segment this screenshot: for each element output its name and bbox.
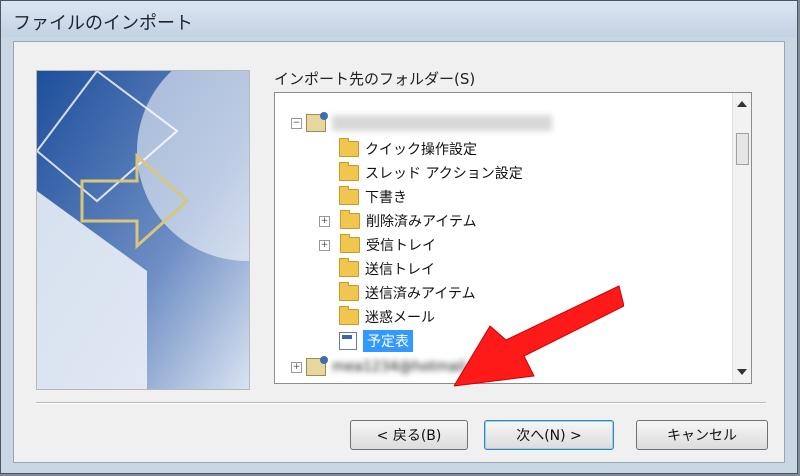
scroll-thumb[interactable] [736, 133, 749, 165]
tree-node-label: 予定表 [363, 330, 413, 352]
scroll-down-icon[interactable] [737, 369, 747, 375]
tree-node-label: スレッド アクション設定 [365, 166, 523, 182]
folder-icon [339, 162, 359, 181]
account-icon [306, 112, 328, 132]
scroll-up-icon[interactable] [737, 101, 747, 107]
tree-node-label: 削除済みアイテム [366, 214, 477, 230]
tree-node-label: 下書き [365, 190, 407, 206]
folder-icon [339, 306, 359, 325]
wizard-illustration [36, 70, 250, 390]
back-button[interactable]: < 戻る(B) [350, 420, 468, 450]
tree-node-label [332, 115, 552, 131]
tree-node-folder[interactable]: 下書き [339, 185, 407, 209]
tree-node-label: 送信トレイ [365, 262, 435, 278]
divider [36, 402, 766, 404]
dialog-body: インポート先のフォルダー(S) − クイック操作設定 スレッド アクション設定 [13, 41, 785, 463]
expand-icon[interactable]: + [319, 239, 330, 251]
tree-node-label: 迷惑メール [365, 310, 435, 326]
collapse-icon[interactable]: − [291, 117, 302, 129]
folder-icon [340, 210, 360, 229]
tree-node-label: クイック操作設定 [365, 142, 477, 158]
expand-icon[interactable]: + [319, 215, 330, 227]
tree-node-folder[interactable]: + 削除済みアイテム [319, 209, 477, 233]
tree-node-label: 受信トレイ [366, 238, 436, 254]
tree-node-calendar-selected[interactable]: 予定表 [339, 329, 413, 353]
vertical-scrollbar[interactable] [732, 93, 751, 383]
tree-node-account[interactable]: − [291, 111, 552, 135]
tree-node-folder[interactable]: 送信トレイ [339, 257, 435, 281]
folder-icon [339, 258, 359, 277]
tree-node-folder[interactable]: 迷惑メール [339, 305, 435, 329]
annotation-arrow-icon [454, 285, 624, 387]
next-button[interactable]: 次へ(N) > [484, 420, 614, 450]
expand-icon[interactable]: + [291, 361, 302, 373]
folder-icon [339, 282, 359, 301]
account-icon [306, 356, 328, 376]
calendar-icon [339, 332, 357, 350]
title-bar[interactable]: ファイルのインポート [1, 1, 797, 37]
import-dialog: ファイルのインポート インポート先のフォルダー(S) − クイック操作設定 スレ… [0, 0, 798, 474]
folder-icon [339, 138, 359, 157]
tree-node-folder[interactable]: クイック操作設定 [339, 137, 477, 161]
cancel-button[interactable]: キャンセル [636, 420, 768, 450]
tree-node-folder[interactable]: + 受信トレイ [319, 233, 436, 257]
tree-node-folder[interactable]: スレッド アクション設定 [339, 161, 523, 185]
folder-icon [339, 186, 359, 205]
destination-folder-label: インポート先のフォルダー(S) [274, 70, 476, 88]
window-title: ファイルのインポート [13, 13, 193, 34]
folder-icon [340, 234, 360, 253]
